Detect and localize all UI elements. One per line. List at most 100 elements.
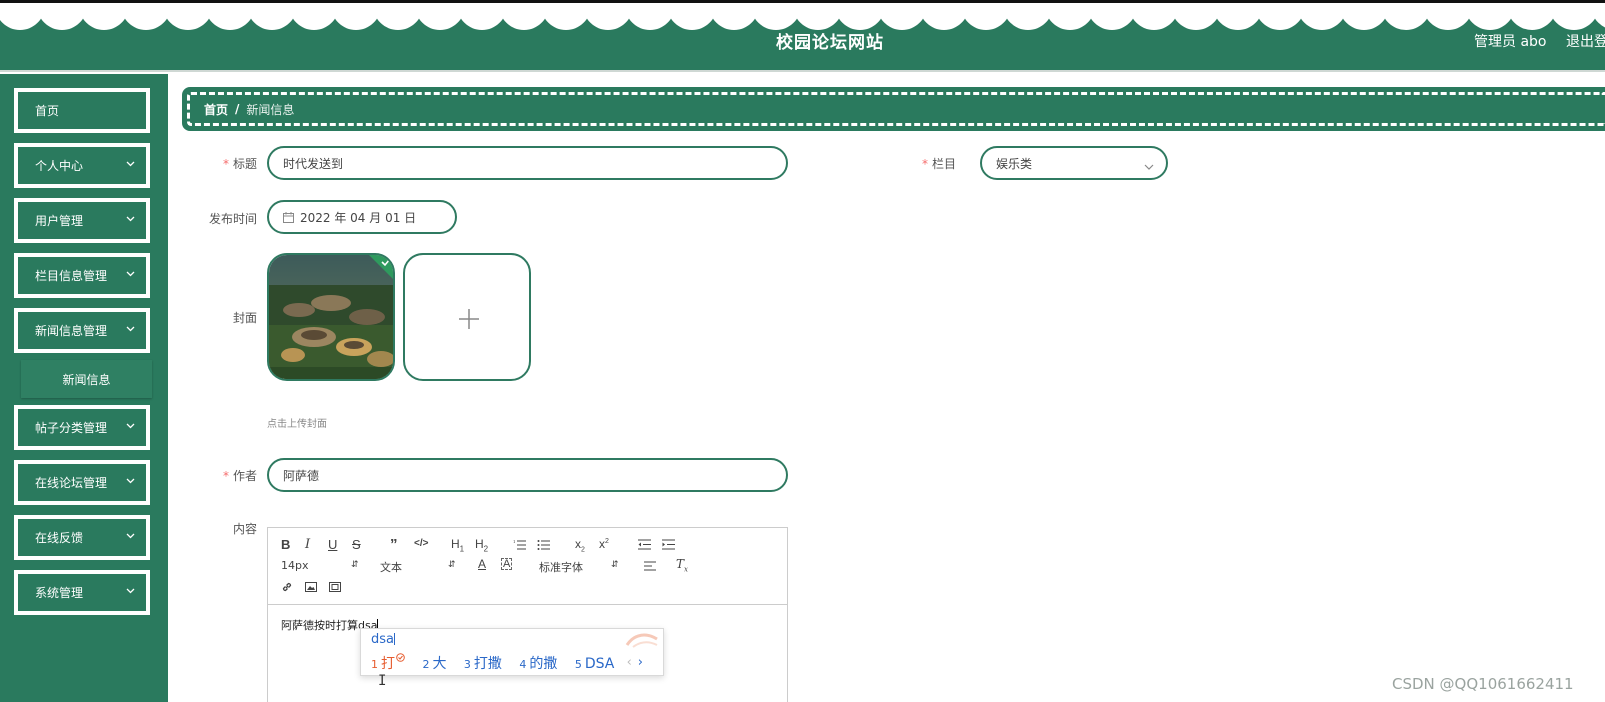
ime-candidate[interactable]: 4 的撒 <box>519 653 557 673</box>
author-input[interactable]: 阿萨德 <box>267 458 788 492</box>
svg-text:1: 1 <box>513 539 516 544</box>
title-input[interactable]: 时代发送到 <box>267 146 788 180</box>
author-input-value: 阿萨德 <box>283 468 320 483</box>
ime-candidate-text: DSA <box>584 656 615 672</box>
indent-icon[interactable] <box>662 539 675 550</box>
required-mark: * <box>222 157 229 171</box>
chevron-down-icon <box>126 423 135 431</box>
chevron-down-icon <box>126 533 135 541</box>
video-icon[interactable] <box>329 582 341 592</box>
header-divider <box>0 70 1605 72</box>
breadcrumb-separator: / <box>235 102 240 116</box>
chevron-down-icon <box>126 326 135 334</box>
font-color-icon[interactable]: A <box>478 557 486 571</box>
chevron-down-icon <box>126 588 135 596</box>
date-value: 2022 年 04 月 01 日 <box>300 210 417 225</box>
breadcrumb-current: 新闻信息 <box>246 102 295 117</box>
sidebar-item-label: 系统管理 <box>35 586 84 600</box>
text-type-value: 文本 <box>380 561 402 574</box>
title-label: * 标题 <box>177 155 257 172</box>
background-color-icon[interactable]: A <box>501 558 513 570</box>
bullet-list-icon[interactable] <box>537 539 550 550</box>
sidebar-item-label: 在线论坛管理 <box>35 476 108 490</box>
subscript-icon[interactable]: x2 <box>575 537 585 553</box>
chevron-down-icon <box>126 161 135 169</box>
ime-skin-decoration <box>625 633 658 648</box>
required-mark: * <box>222 469 229 483</box>
top-header: 校园论坛网站 管理员 abo 退出登 <box>0 0 1605 72</box>
bold-icon[interactable]: B <box>281 537 290 552</box>
heading-1-icon[interactable]: H1 <box>451 537 464 553</box>
sidebar-item-label: 用户管理 <box>35 214 84 228</box>
ordered-list-icon[interactable]: 1 <box>513 539 526 550</box>
ime-candidate-text: 大 <box>432 656 447 672</box>
chevron-right-icon[interactable]: › <box>638 655 643 670</box>
logout-link[interactable]: 退出登 <box>1566 31 1605 51</box>
column-select[interactable]: 娱乐类 <box>980 146 1168 180</box>
sidebar-item-label: 在线反馈 <box>35 531 84 545</box>
sidebar-item-news-management[interactable]: 新闻信息管理 <box>14 308 150 353</box>
sidebar-subitem-news[interactable]: 新闻信息 <box>21 360 152 398</box>
text-cursor-icon: I <box>378 673 387 689</box>
breadcrumb-home[interactable]: 首页 <box>204 101 228 118</box>
outdent-icon[interactable] <box>638 539 651 550</box>
ime-candidate[interactable]: 1打 <box>371 653 405 673</box>
code-block-icon[interactable]: </> <box>414 538 428 549</box>
ime-candidate-popup: dsa 1打 2大 3 打撒 4 的撒 5 DSA ‹ › <box>360 628 664 676</box>
sidebar-item-user-management[interactable]: 用户管理 <box>14 198 150 243</box>
clear-format-icon[interactable]: Tx <box>676 557 688 573</box>
sidebar-item-system[interactable]: 系统管理 <box>14 570 150 615</box>
ime-candidate-text: 打 <box>381 656 395 672</box>
cover-image-thumbnail[interactable] <box>267 253 395 381</box>
text-type-select[interactable]: 文本 ⇵ <box>380 559 456 575</box>
ime-candidate-text: 打撒 <box>473 656 502 672</box>
sidebar-item-forum-management[interactable]: 在线论坛管理 <box>14 460 150 505</box>
heading-2-icon[interactable]: H2 <box>475 537 488 553</box>
ime-page-nav: ‹ › <box>627 655 643 670</box>
superscript-icon[interactable]: x2 <box>599 537 609 551</box>
check-circle-icon <box>396 653 405 662</box>
date-label: 发布时间 <box>208 212 257 226</box>
breadcrumb-frame: 首页 / 新闻信息 <box>187 92 1605 126</box>
column-select-value: 娱乐类 <box>996 156 1033 171</box>
italic-icon[interactable]: I <box>305 537 310 552</box>
required-mark: * <box>921 157 928 171</box>
ime-candidate[interactable]: 5 DSA <box>575 656 615 672</box>
sidebar-item-feedback[interactable]: 在线反馈 <box>14 515 150 560</box>
title-input-value: 时代发送到 <box>283 156 344 171</box>
chevron-down-icon <box>1144 159 1154 173</box>
sidebar-item-home[interactable]: 首页 <box>14 88 150 133</box>
ime-caret <box>394 633 395 645</box>
underline-icon[interactable]: U <box>328 537 337 552</box>
image-icon[interactable] <box>305 582 317 592</box>
author-label: * 作者 <box>177 467 257 484</box>
sidebar-item-column-management[interactable]: 栏目信息管理 <box>14 253 150 298</box>
sidebar-item-post-category[interactable]: 帖子分类管理 <box>14 405 150 450</box>
ime-candidate[interactable]: 2大 <box>422 653 446 673</box>
column-label: * 栏目 <box>876 155 956 172</box>
current-user: 管理员 abo <box>1474 34 1547 50</box>
chevron-down-icon <box>126 478 135 486</box>
ime-candidate[interactable]: 3 打撒 <box>464 653 502 673</box>
sidebar: 首页 个人中心 用户管理 栏目信息管理 新闻信息管理 新闻信息 帖子分类管理 在… <box>0 74 168 702</box>
sidebar-item-profile[interactable]: 个人中心 <box>14 143 150 188</box>
align-icon[interactable] <box>644 561 656 571</box>
blockquote-icon[interactable]: ” <box>390 536 398 553</box>
font-size-select[interactable]: 14px ⇵ <box>281 559 359 572</box>
sidebar-item-label: 个人中心 <box>35 159 84 173</box>
strikethrough-icon[interactable]: S <box>352 537 361 552</box>
font-family-value: 标准字体 <box>539 561 583 574</box>
ime-candidate-number: 3 <box>463 658 471 671</box>
date-picker[interactable]: 2022 年 04 月 01 日 <box>267 200 457 234</box>
chevron-left-icon[interactable]: ‹ <box>627 655 632 670</box>
ime-typed-text: dsa <box>371 632 394 647</box>
ime-candidate-number: 4 <box>519 658 527 671</box>
watermark: CSDN @QQ1061662411 <box>1392 675 1574 693</box>
font-family-select[interactable]: 标准字体 ⇵ <box>539 559 619 575</box>
breadcrumb: 首页 / 新闻信息 <box>182 87 1605 131</box>
ime-candidate-text: 的撒 <box>529 656 558 672</box>
cover-upload-button[interactable] <box>403 253 531 381</box>
link-icon[interactable] <box>281 581 293 593</box>
ime-candidate-number: 1 <box>371 658 378 671</box>
title-label-text: 标题 <box>232 157 257 171</box>
